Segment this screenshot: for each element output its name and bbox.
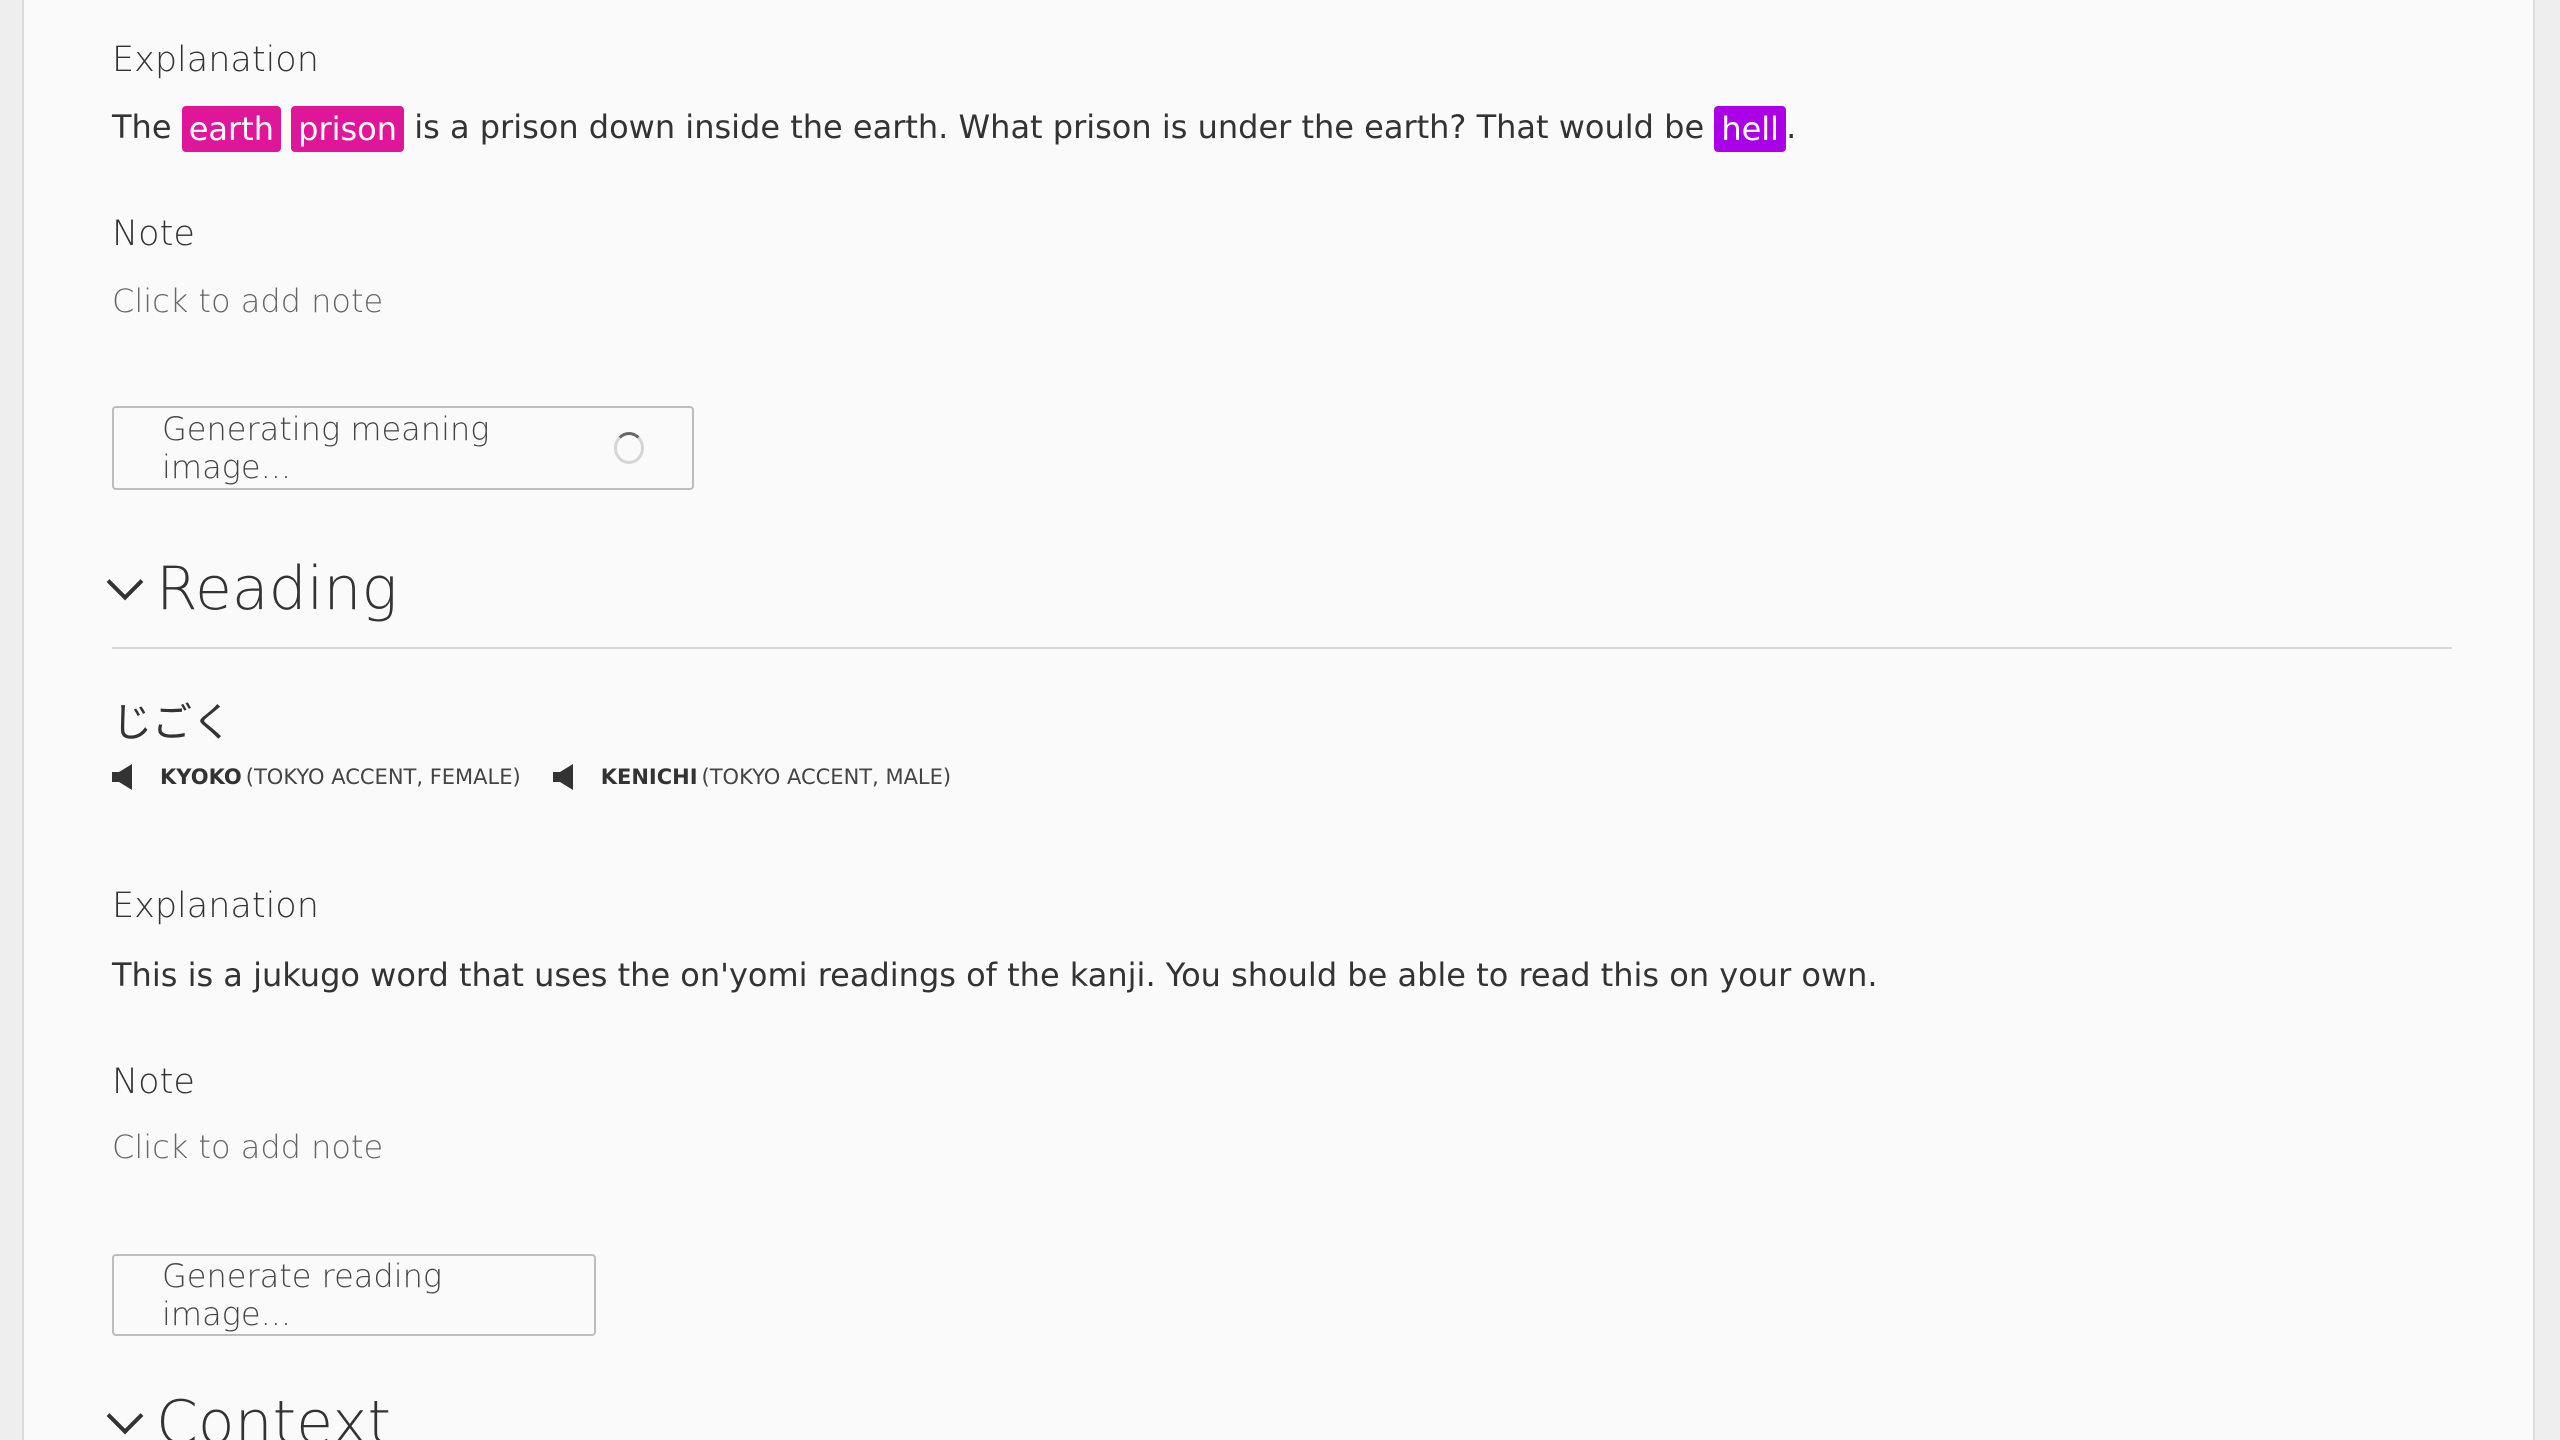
reading-note-heading: Note bbox=[112, 1062, 195, 1102]
chevron-down-icon bbox=[106, 1397, 144, 1435]
voice-description: (TOKYO ACCENT, FEMALE) bbox=[245, 765, 521, 789]
generate-reading-image-button[interactable]: Generate reading image... bbox=[112, 1254, 596, 1336]
reading-kana: じごく bbox=[112, 700, 232, 746]
audio-button-kenichi[interactable]: KENICHI (TOKYO ACCENT, MALE) bbox=[552, 764, 952, 790]
section-divider bbox=[112, 647, 2452, 649]
reading-explanation-heading: Explanation bbox=[112, 886, 319, 926]
meaning-explanation-heading: Explanation bbox=[112, 40, 319, 80]
reading-section-toggle[interactable]: Reading bbox=[106, 554, 398, 624]
reading-explanation-text: This is a jukugo word that uses the on'y… bbox=[112, 956, 1878, 994]
vocab-highlight-hell: hell bbox=[1714, 106, 1787, 152]
reading-section-title: Reading bbox=[156, 554, 398, 624]
voice-name: KYOKO bbox=[160, 765, 242, 789]
generate-reading-image-label: Generate reading image... bbox=[162, 1257, 443, 1333]
explanation-text-part: is a prison down inside the earth. What … bbox=[404, 108, 1715, 146]
radical-highlight-prison: prison bbox=[291, 106, 405, 152]
meaning-explanation-text: The earth prison is a prison down inside… bbox=[112, 106, 1796, 152]
page-panel: Explanation The earth prison is a prison… bbox=[22, 0, 2535, 1440]
reading-note-input[interactable]: Click to add note bbox=[112, 1128, 383, 1166]
loading-spinner-icon bbox=[613, 432, 644, 464]
generate-meaning-image-label: Generating meaning image... bbox=[162, 410, 490, 486]
radical-highlight-earth: earth bbox=[181, 106, 281, 152]
context-section-toggle[interactable]: Context bbox=[106, 1388, 392, 1440]
voice-description: (TOKYO ACCENT, MALE) bbox=[701, 765, 952, 789]
context-section-title: Context bbox=[156, 1388, 392, 1440]
meaning-note-input[interactable]: Click to add note bbox=[112, 282, 383, 320]
speaker-icon bbox=[112, 764, 132, 790]
audio-voices-row: KYOKO (TOKYO ACCENT, FEMALE) KENICHI (TO… bbox=[112, 764, 983, 790]
chevron-down-icon bbox=[106, 563, 144, 601]
generate-meaning-image-button[interactable]: Generating meaning image... bbox=[112, 406, 694, 490]
meaning-note-heading: Note bbox=[112, 214, 195, 254]
voice-name: KENICHI bbox=[600, 765, 698, 789]
audio-button-kyoko[interactable]: KYOKO (TOKYO ACCENT, FEMALE) bbox=[112, 764, 521, 790]
speaker-icon bbox=[552, 764, 573, 790]
explanation-text-part: The bbox=[112, 108, 182, 146]
explanation-text-part: . bbox=[1786, 108, 1797, 146]
